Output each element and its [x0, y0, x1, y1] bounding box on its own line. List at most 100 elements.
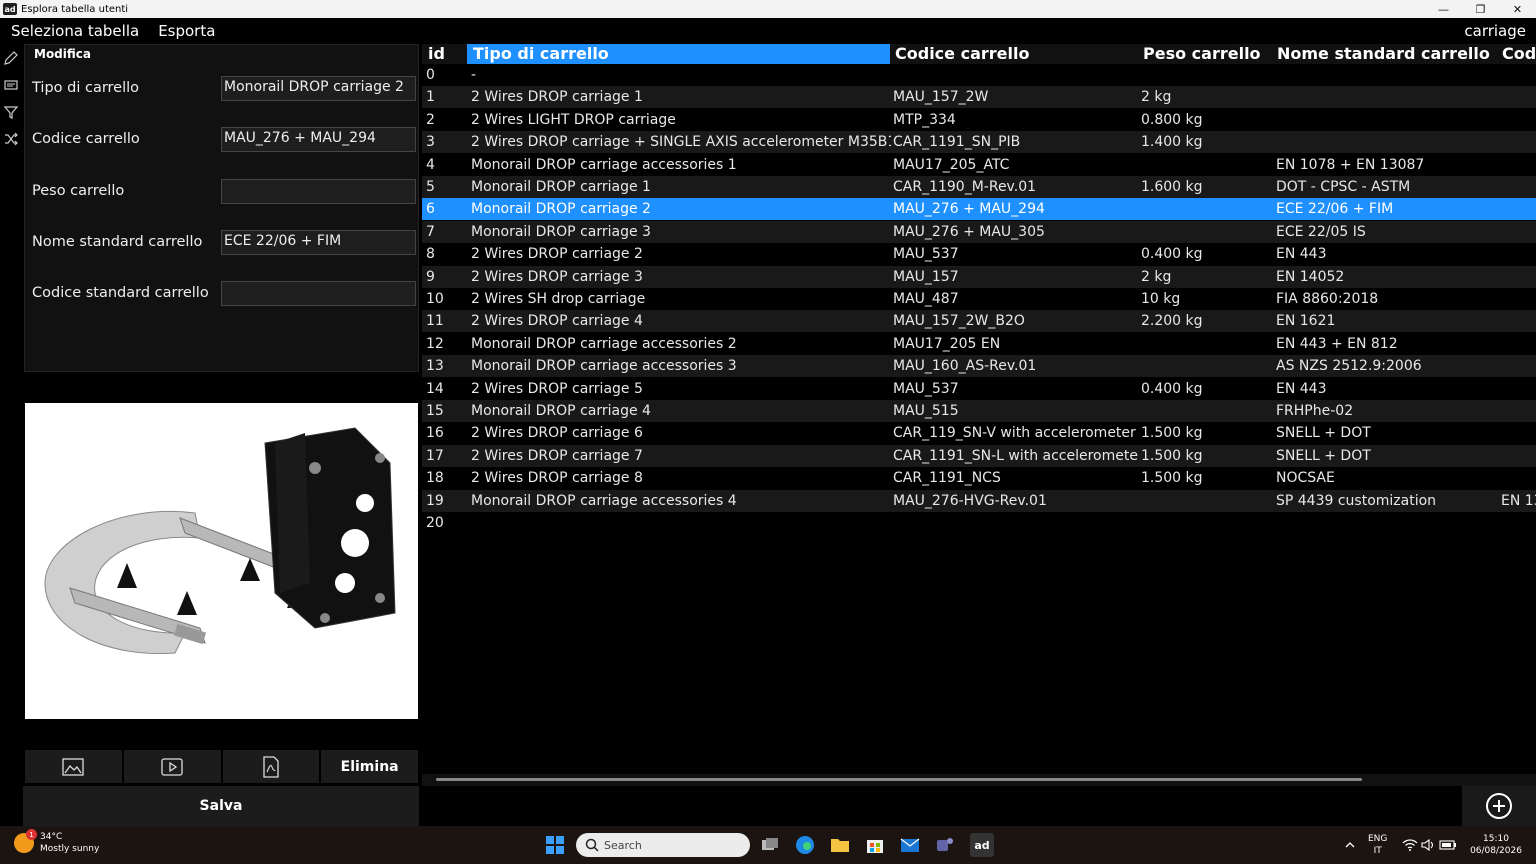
app-taskbar-button[interactable]: ad — [970, 833, 994, 857]
table-row[interactable]: 3 2 Wires DROP carriage + SINGLE AXIS acc… — [422, 131, 1536, 154]
cell-codice: CAR_1191_NCS — [893, 470, 1001, 487]
table-row[interactable]: 16 2 Wires DROP carriage 6 CAR_119_SN-V wi… — [422, 422, 1536, 444]
app-taskbar-icon: ad — [974, 838, 990, 852]
cell-peso: 1.400 kg — [1141, 134, 1203, 151]
column-header-codice-standard[interactable]: Cod — [1502, 44, 1536, 64]
input-codice-standard[interactable] — [221, 281, 416, 306]
table-row[interactable]: 1 2 Wires DROP carriage 1 MAU_157_2W 2 kg — [422, 86, 1536, 109]
table-row[interactable]: 7 Monorail DROP carriage 3 MAU_276 + MAU_3… — [422, 220, 1536, 243]
cell-nome-standard: EN 443 — [1276, 246, 1327, 263]
menu-esporta[interactable]: Esporta — [158, 22, 215, 40]
table-row[interactable]: 20 — [422, 512, 1536, 534]
table-row[interactable]: 8 2 Wires DROP carriage 2 MAU_537 0.400 kg E… — [422, 243, 1536, 265]
column-header-id[interactable]: id — [428, 44, 468, 64]
input-peso-carrello[interactable] — [221, 179, 416, 204]
pdf-icon — [263, 755, 279, 778]
table-row[interactable]: 9 2 Wires DROP carriage 3 MAU_157 2 kg EN 14… — [422, 265, 1536, 288]
cell-id: 16 — [426, 425, 444, 442]
card-tool[interactable] — [0, 71, 22, 98]
table-row[interactable]: 18 2 Wires DROP carriage 8 CAR_1191_NCS 1.5… — [422, 467, 1536, 489]
delete-button[interactable]: Elimina — [321, 750, 418, 783]
cell-id: 6 — [426, 201, 435, 218]
cell-tipo: 2 Wires LIGHT DROP carriage — [471, 111, 676, 128]
wifi-button[interactable] — [1400, 835, 1420, 855]
input-codice-carrello[interactable]: MAU_276 + MAU_294 — [221, 127, 416, 152]
weather-widget[interactable]: 1 34°C Mostly sunny — [14, 829, 99, 855]
add-record-button[interactable] — [1462, 786, 1536, 826]
battery-button[interactable] — [1438, 835, 1458, 855]
mail-button[interactable] — [900, 835, 920, 855]
cell-tipo: 2 Wires DROP carriage 2 — [471, 246, 643, 263]
scrollbar-thumb[interactable] — [436, 778, 1362, 781]
cell-tipo: 2 Wires DROP carriage 4 — [471, 313, 643, 330]
file-explorer-button[interactable] — [830, 835, 850, 855]
table-row[interactable]: 11 2 Wires DROP carriage 4 MAU_157_2W_B2O 2… — [422, 310, 1536, 333]
cell-nome-standard: EN 14052 — [1276, 268, 1345, 285]
table-row[interactable]: 5 Monorail DROP carriage 1 CAR_1190_M-Rev.… — [422, 176, 1536, 198]
cell-id: 2 — [426, 111, 435, 128]
cell-nome-standard: SNELL + DOT — [1276, 447, 1371, 464]
table-row[interactable]: 17 2 Wires DROP carriage 7 CAR_1191_SN-L w… — [422, 444, 1536, 467]
input-nome-standard[interactable]: ECE 22/06 + FIM — [221, 230, 416, 255]
cell-id: 15 — [426, 403, 444, 419]
pencil-icon — [4, 50, 18, 65]
save-button[interactable]: Salva — [23, 786, 419, 826]
table-row[interactable]: 10 2 Wires SH drop carriage MAU_487 10 kg FI… — [422, 288, 1536, 310]
cell-tipo: 2 Wires DROP carriage 5 — [471, 380, 643, 397]
clock-time: 15:10 — [1483, 834, 1509, 844]
cell-peso: 0.400 kg — [1141, 246, 1203, 263]
folder-icon — [831, 839, 849, 852]
restore-button[interactable]: ❐ — [1462, 0, 1499, 18]
shuffle-tool[interactable] — [0, 125, 22, 152]
table-row[interactable]: 15 Monorail DROP carriage 4 MAU_515 FRHPhe-… — [422, 400, 1536, 422]
filter-tool[interactable] — [0, 98, 22, 125]
table-row[interactable]: 0- — [422, 64, 1536, 86]
close-button[interactable]: ✕ — [1499, 0, 1536, 18]
cell-tipo: 2 Wires SH drop carriage — [471, 291, 646, 307]
cell-id: 12 — [426, 335, 444, 352]
cell-codice: MAU_157_2W — [893, 89, 989, 106]
taskbar-search[interactable]: Search — [576, 833, 750, 857]
cell-id: 11 — [426, 313, 444, 330]
table-row[interactable]: 14 2 Wires DROP carriage 5 MAU_537 0.400 kg… — [422, 378, 1536, 400]
cell-tipo: Monorail DROP carriage 4 — [471, 403, 651, 419]
minimize-button[interactable]: — — [1425, 0, 1462, 18]
edge-button[interactable] — [795, 835, 815, 855]
table-row[interactable]: 6 Monorail DROP carriage 2 MAU_276 + MAU_2… — [422, 198, 1536, 221]
teams-button[interactable] — [935, 835, 955, 855]
edit-tool[interactable] — [0, 44, 22, 71]
clock[interactable]: 15:10 06/08/2026 — [1470, 833, 1522, 857]
start-button[interactable] — [545, 835, 565, 855]
column-header-tipo[interactable]: Tipo di carrello — [467, 44, 890, 64]
cell-id: 3 — [426, 134, 435, 151]
table-row[interactable]: 19 Monorail DROP carriage accessories 4 MA… — [422, 489, 1536, 512]
table-row[interactable]: 13 Monorail DROP carriage accessories 3 MA… — [422, 355, 1536, 378]
column-header-peso[interactable]: Peso carrello — [1143, 44, 1273, 64]
column-header-codice[interactable]: Codice carrello — [895, 44, 1140, 64]
video-button[interactable] — [123, 750, 221, 783]
volume-button[interactable] — [1418, 835, 1438, 855]
column-header-nome-standard[interactable]: Nome standard carrello — [1277, 44, 1499, 64]
pdf-button[interactable] — [222, 750, 320, 783]
cell-tipo: 2 Wires DROP carriage 1 — [471, 89, 643, 106]
task-view-button[interactable] — [760, 835, 780, 855]
table-row[interactable]: 12 Monorail DROP carriage accessories 2 MA… — [422, 333, 1536, 355]
horizontal-scrollbar[interactable] — [422, 774, 1536, 786]
language-indicator[interactable]: ENG IT — [1368, 833, 1387, 857]
cell-codice: MAU17_205 EN — [893, 335, 1001, 352]
filter-icon — [3, 105, 19, 119]
input-tipo-carrello[interactable]: Monorail DROP carriage 2 — [221, 76, 416, 101]
carriage-image-preview — [25, 403, 418, 719]
table-row[interactable]: 2 2 Wires LIGHT DROP carriage MTP_334 0.800… — [422, 109, 1536, 131]
store-button[interactable] — [865, 835, 885, 855]
tray-overflow-button[interactable] — [1340, 835, 1360, 855]
image-button[interactable] — [25, 750, 122, 783]
edge-icon — [796, 836, 814, 854]
menu-seleziona-tabella[interactable]: Seleziona tabella — [11, 22, 139, 40]
table-row[interactable]: 4 Monorail DROP carriage accessories 1 MAU… — [422, 154, 1536, 176]
data-grid: id Tipo di carrello Codice carrello Peso… — [422, 44, 1536, 774]
menu-bar: Seleziona tabella Esporta carriage — [0, 18, 1536, 44]
battery-icon — [1439, 840, 1456, 850]
cell-nome-standard: AS NZS 2512.9:2006 — [1276, 358, 1422, 375]
cell-codice: MAU_157 — [893, 268, 959, 285]
